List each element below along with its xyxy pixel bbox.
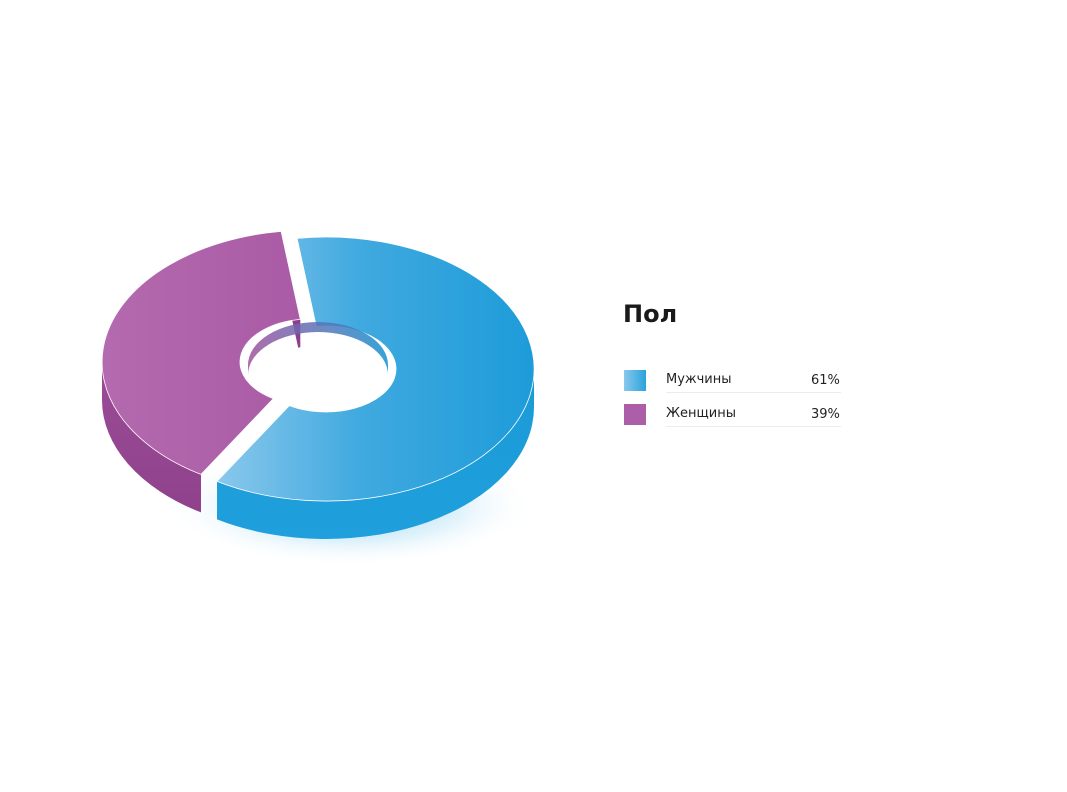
legend-divider <box>666 426 841 427</box>
legend-label: Женщины <box>666 406 736 421</box>
donut-chart <box>101 230 535 567</box>
legend: Пол Мужчины 61% Женщины 39% <box>623 296 853 438</box>
legend-swatch <box>624 370 646 391</box>
legend-value: 61% <box>811 373 840 388</box>
chart-title: Пол <box>623 300 678 328</box>
donut-hole <box>256 346 380 408</box>
legend-swatch <box>624 404 646 425</box>
legend-item: Женщины 39% <box>623 404 853 438</box>
legend-value: 39% <box>811 407 840 422</box>
legend-divider <box>666 392 841 393</box>
legend-item: Мужчины 61% <box>623 370 853 404</box>
legend-label: Мужчины <box>666 372 732 387</box>
